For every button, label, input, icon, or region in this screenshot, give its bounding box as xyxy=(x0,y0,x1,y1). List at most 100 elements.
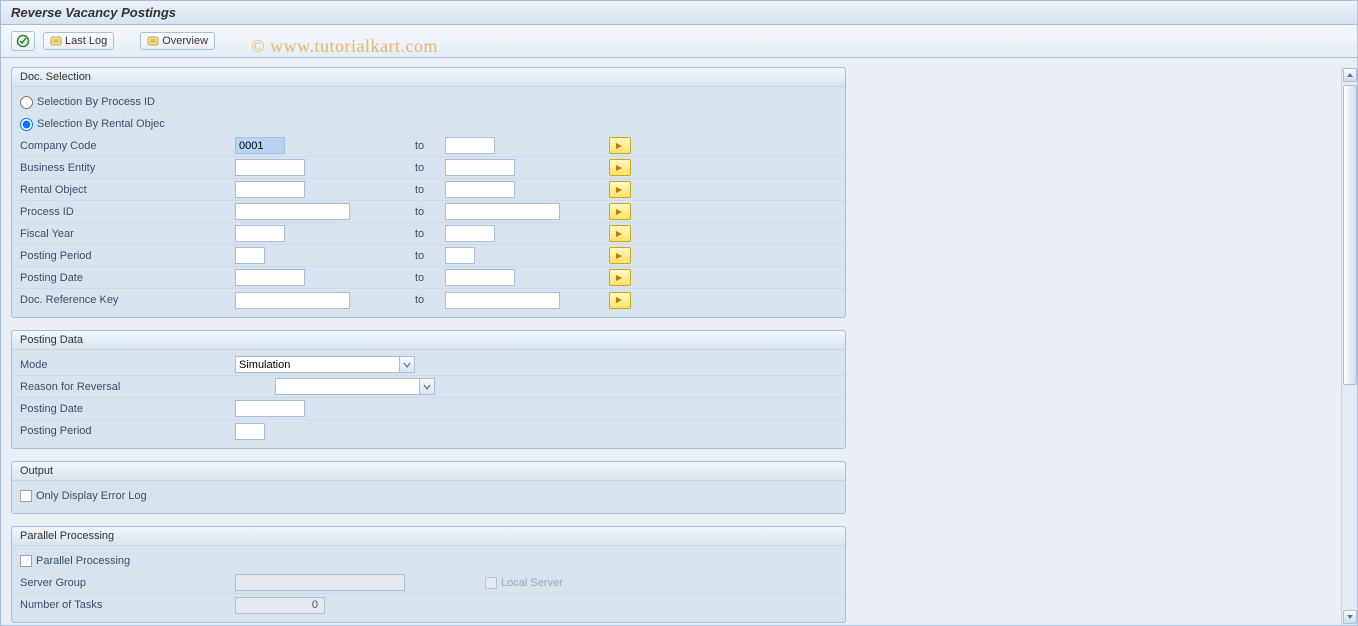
rental-object-to-input[interactable] xyxy=(445,181,515,198)
scroll-icon xyxy=(50,35,62,47)
fiscal-year-multi-select-button[interactable] xyxy=(609,225,631,242)
radio-process-input[interactable] xyxy=(20,96,33,109)
toolbar: Last Log Overview xyxy=(1,25,1357,58)
company-code-from-input[interactable] xyxy=(235,137,285,154)
execute-button[interactable] xyxy=(11,31,35,51)
radio-process-label: Selection By Process ID xyxy=(37,96,155,108)
posting-date-multi-select-button[interactable] xyxy=(609,269,631,286)
chevron-down-icon xyxy=(403,362,411,368)
label-pd-posting-period: Posting Period xyxy=(20,425,235,437)
reason-dropdown[interactable] xyxy=(275,378,435,395)
doc-ref-key-from-input[interactable] xyxy=(235,292,350,309)
label-num-tasks: Number of Tasks xyxy=(20,599,235,611)
label-doc-ref-key: Doc. Reference Key xyxy=(20,294,235,306)
overview-button[interactable]: Overview xyxy=(140,32,215,50)
business-entity-multi-select-button[interactable] xyxy=(609,159,631,176)
inner-area: Doc. Selection Selection By Process ID S… xyxy=(11,67,846,623)
page-title: Reverse Vacancy Postings xyxy=(11,5,176,20)
row-posting-date: Posting Date to xyxy=(12,267,845,289)
label-fiscal-year: Fiscal Year xyxy=(20,228,235,240)
posting-date-to-input[interactable] xyxy=(445,269,515,286)
row-mode: Mode xyxy=(12,354,845,376)
chevron-down-icon xyxy=(423,384,431,390)
row-doc-ref-key: Doc. Reference Key to xyxy=(12,289,845,311)
process-id-to-input[interactable] xyxy=(445,203,560,220)
pd-posting-date-input[interactable] xyxy=(235,400,305,417)
group-doc-selection: Doc. Selection Selection By Process ID S… xyxy=(11,67,846,318)
arrow-right-icon xyxy=(615,296,625,304)
reason-dropdown-arrow[interactable] xyxy=(419,379,434,394)
group-output: Output Only Display Error Log xyxy=(11,461,846,514)
label-process-id: Process ID xyxy=(20,206,235,218)
posting-period-from-input[interactable] xyxy=(235,247,265,264)
row-company-code: Company Code to xyxy=(12,135,845,157)
only-error-log-checkbox[interactable] xyxy=(20,490,32,502)
scroll-thumb[interactable] xyxy=(1343,85,1357,385)
radio-rental-label: Selection By Rental Objec xyxy=(37,118,165,130)
company-code-to-input[interactable] xyxy=(445,137,495,154)
title-bar: Reverse Vacancy Postings xyxy=(1,1,1357,25)
row-rental-object: Rental Object to xyxy=(12,179,845,201)
overview-label: Overview xyxy=(162,35,208,47)
group-posting-data: Posting Data Mode Reason for Reversal xyxy=(11,330,846,449)
business-entity-from-input[interactable] xyxy=(235,159,305,176)
group-parallel: Parallel Processing Parallel Processing … xyxy=(11,526,846,623)
fiscal-year-from-input[interactable] xyxy=(235,225,285,242)
triangle-down-icon xyxy=(1346,614,1354,620)
triangle-up-icon xyxy=(1346,72,1354,78)
fiscal-year-to-input[interactable] xyxy=(445,225,495,242)
label-posting-period: Posting Period xyxy=(20,250,235,262)
posting-period-multi-select-button[interactable] xyxy=(609,247,631,264)
row-pd-posting-date: Posting Date xyxy=(12,398,845,420)
label-company-code: Company Code xyxy=(20,140,235,152)
business-entity-to-input[interactable] xyxy=(445,159,515,176)
row-num-tasks: Number of Tasks xyxy=(12,594,845,616)
posting-period-to-input[interactable] xyxy=(445,247,475,264)
label-server-group: Server Group xyxy=(20,577,235,589)
process-id-from-input[interactable] xyxy=(235,203,350,220)
to-label: to xyxy=(395,140,445,152)
arrow-right-icon xyxy=(615,208,625,216)
rental-object-from-input[interactable] xyxy=(235,181,305,198)
row-process-id: Process ID to xyxy=(12,201,845,223)
label-mode: Mode xyxy=(20,359,235,371)
radio-rental-input[interactable] xyxy=(20,118,33,131)
vertical-scrollbar[interactable] xyxy=(1341,67,1357,625)
content-area: Doc. Selection Selection By Process ID S… xyxy=(11,67,1339,625)
row-posting-period: Posting Period to xyxy=(12,245,845,267)
scroll-down-button[interactable] xyxy=(1343,610,1357,624)
server-group-input[interactable] xyxy=(235,574,405,591)
group-output-title: Output xyxy=(12,462,845,481)
pd-posting-period-input[interactable] xyxy=(235,423,265,440)
execute-icon xyxy=(16,34,30,48)
label-business-entity: Business Entity xyxy=(20,162,235,174)
process-id-multi-select-button[interactable] xyxy=(609,203,631,220)
arrow-right-icon xyxy=(615,274,625,282)
parallel-chk-label: Parallel Processing xyxy=(36,555,130,567)
row-server-group: Server Group Local Server xyxy=(12,572,845,594)
arrow-right-icon xyxy=(615,252,625,260)
mode-dropdown-arrow[interactable] xyxy=(399,357,414,372)
row-fiscal-year: Fiscal Year to xyxy=(12,223,845,245)
doc-ref-key-to-input[interactable] xyxy=(445,292,560,309)
group-doc-selection-title: Doc. Selection xyxy=(12,68,845,87)
arrow-right-icon xyxy=(615,230,625,238)
group-parallel-title: Parallel Processing xyxy=(12,527,845,546)
label-pd-posting-date: Posting Date xyxy=(20,403,235,415)
num-tasks-input[interactable] xyxy=(235,597,325,614)
parallel-checkbox[interactable] xyxy=(20,555,32,567)
rental-object-multi-select-button[interactable] xyxy=(609,181,631,198)
row-only-error-log[interactable]: Only Display Error Log xyxy=(12,485,845,507)
arrow-right-icon xyxy=(615,164,625,172)
label-reason-reversal: Reason for Reversal xyxy=(20,381,235,393)
scroll-up-button[interactable] xyxy=(1343,68,1357,82)
company-code-multi-select-button[interactable] xyxy=(609,137,631,154)
posting-date-from-input[interactable] xyxy=(235,269,305,286)
radio-selection-by-process-id[interactable]: Selection By Process ID xyxy=(12,91,845,113)
doc-ref-key-multi-select-button[interactable] xyxy=(609,292,631,309)
radio-selection-by-rental-object[interactable]: Selection By Rental Objec xyxy=(12,113,845,135)
row-parallel-chk[interactable]: Parallel Processing xyxy=(12,550,845,572)
row-business-entity: Business Entity to xyxy=(12,157,845,179)
last-log-button[interactable]: Last Log xyxy=(43,32,114,50)
mode-dropdown[interactable] xyxy=(235,356,415,373)
